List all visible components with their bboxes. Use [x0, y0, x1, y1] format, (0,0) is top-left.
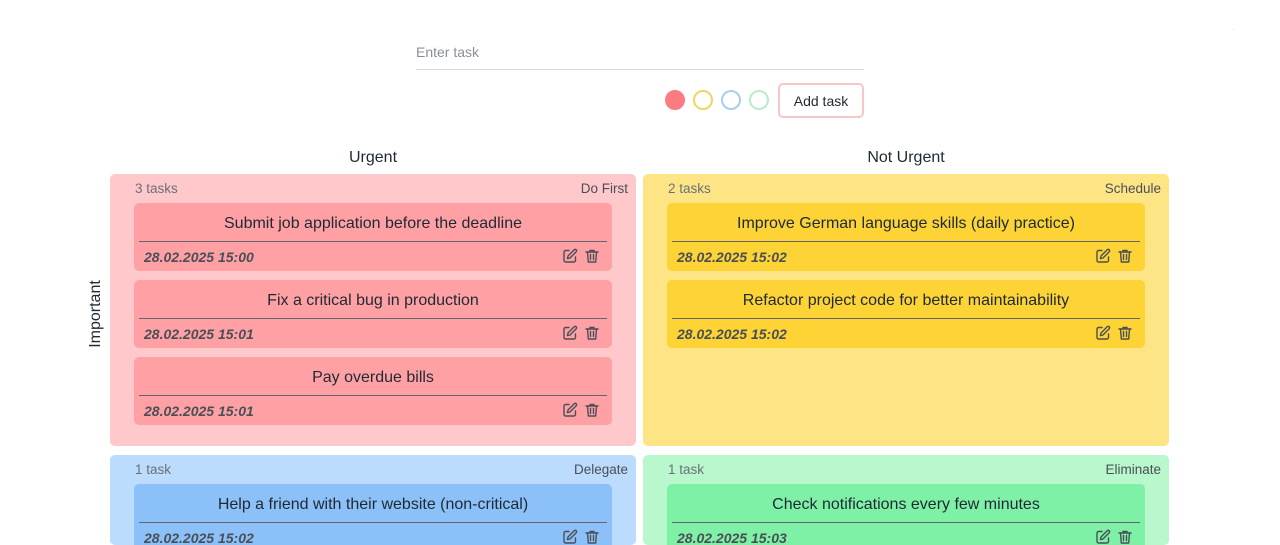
trash-icon[interactable] [1117, 325, 1133, 341]
task-title: Help a friend with their website (non-cr… [217, 496, 529, 513]
quadrant-label: Delegate [573, 462, 628, 477]
task-count: 3 tasks [135, 181, 178, 196]
quadrant-schedule: 2 tasks Schedule Improve German language… [643, 174, 1169, 446]
add-task-button[interactable]: Add task [778, 83, 864, 118]
task-list: Check notifications every few minutes 28… [667, 484, 1145, 545]
divider [672, 318, 1140, 319]
task-date: 28.02.2025 15:02 [677, 249, 787, 265]
trash-icon[interactable] [584, 529, 600, 545]
moon-icon [1222, 10, 1242, 30]
quadrant-delegate: 1 task Delegate Help a friend with their… [110, 455, 636, 545]
divider [672, 241, 1140, 242]
trash-icon[interactable] [1117, 529, 1133, 545]
edit-icon[interactable] [562, 402, 578, 418]
divider [139, 318, 607, 319]
color-option-green[interactable] [749, 90, 769, 110]
task-title: Fix a critical bug in production [267, 292, 479, 309]
task-count: 1 task [135, 462, 172, 477]
task-title: Improve German language skills (daily pr… [737, 215, 1075, 232]
trash-icon[interactable] [584, 248, 600, 264]
task-list: Improve German language skills (daily pr… [667, 203, 1145, 357]
color-option-red[interactable] [665, 90, 685, 110]
column-header-urgent: Urgent [348, 149, 398, 166]
column-header-not-urgent: Not Urgent [867, 149, 945, 166]
divider [139, 395, 607, 396]
task-date: 28.02.2025 15:03 [677, 530, 787, 545]
color-option-yellow[interactable] [693, 90, 713, 110]
task-title: Pay overdue bills [312, 369, 434, 386]
row-header-important: Important [87, 280, 104, 348]
quadrant-label: Do First [580, 181, 628, 196]
task-title: Refactor project code for better maintai… [742, 292, 1070, 309]
task-card[interactable]: Refactor project code for better maintai… [667, 280, 1145, 348]
edit-icon[interactable] [562, 325, 578, 341]
task-date: 28.02.2025 15:01 [144, 326, 254, 342]
task-date: 28.02.2025 15:01 [144, 403, 254, 419]
task-list: Help a friend with their website (non-cr… [134, 484, 612, 545]
quadrant-label: Eliminate [1105, 462, 1161, 477]
divider [139, 241, 607, 242]
task-card[interactable]: Pay overdue bills 28.02.2025 15:01 [134, 357, 612, 425]
task-date: 28.02.2025 15:02 [677, 326, 787, 342]
quadrant-do-first: 3 tasks Do First Submit job application … [110, 174, 636, 446]
quadrant-label: Schedule [1104, 181, 1161, 196]
task-title: Submit job application before the deadli… [224, 215, 522, 232]
trash-icon[interactable] [1117, 248, 1133, 264]
divider [672, 522, 1140, 523]
task-card[interactable]: Help a friend with their website (non-cr… [134, 484, 612, 545]
trash-icon[interactable] [584, 325, 600, 341]
edit-icon[interactable] [1095, 529, 1111, 545]
task-count: 1 task [668, 462, 705, 477]
task-date: 28.02.2025 15:00 [144, 249, 254, 265]
quadrant-eliminate: 1 task Eliminate Check notifications eve… [643, 455, 1169, 545]
task-title: Check notifications every few minutes [772, 496, 1040, 513]
theme-toggle-button[interactable] [1215, 6, 1245, 36]
task-input[interactable] [416, 34, 864, 70]
edit-icon[interactable] [1095, 248, 1111, 264]
task-card[interactable]: Check notifications every few minutes 28… [667, 484, 1145, 545]
task-card[interactable]: Submit job application before the deadli… [134, 203, 612, 271]
task-count: 2 tasks [668, 181, 711, 196]
color-option-blue[interactable] [721, 90, 741, 110]
task-list: Submit job application before the deadli… [134, 203, 612, 434]
edit-icon[interactable] [562, 529, 578, 545]
task-card[interactable]: Improve German language skills (daily pr… [667, 203, 1145, 271]
task-card[interactable]: Fix a critical bug in production 28.02.2… [134, 280, 612, 348]
edit-icon[interactable] [562, 248, 578, 264]
trash-icon[interactable] [584, 402, 600, 418]
divider [139, 522, 607, 523]
task-date: 28.02.2025 15:02 [144, 530, 254, 545]
edit-icon[interactable] [1095, 325, 1111, 341]
